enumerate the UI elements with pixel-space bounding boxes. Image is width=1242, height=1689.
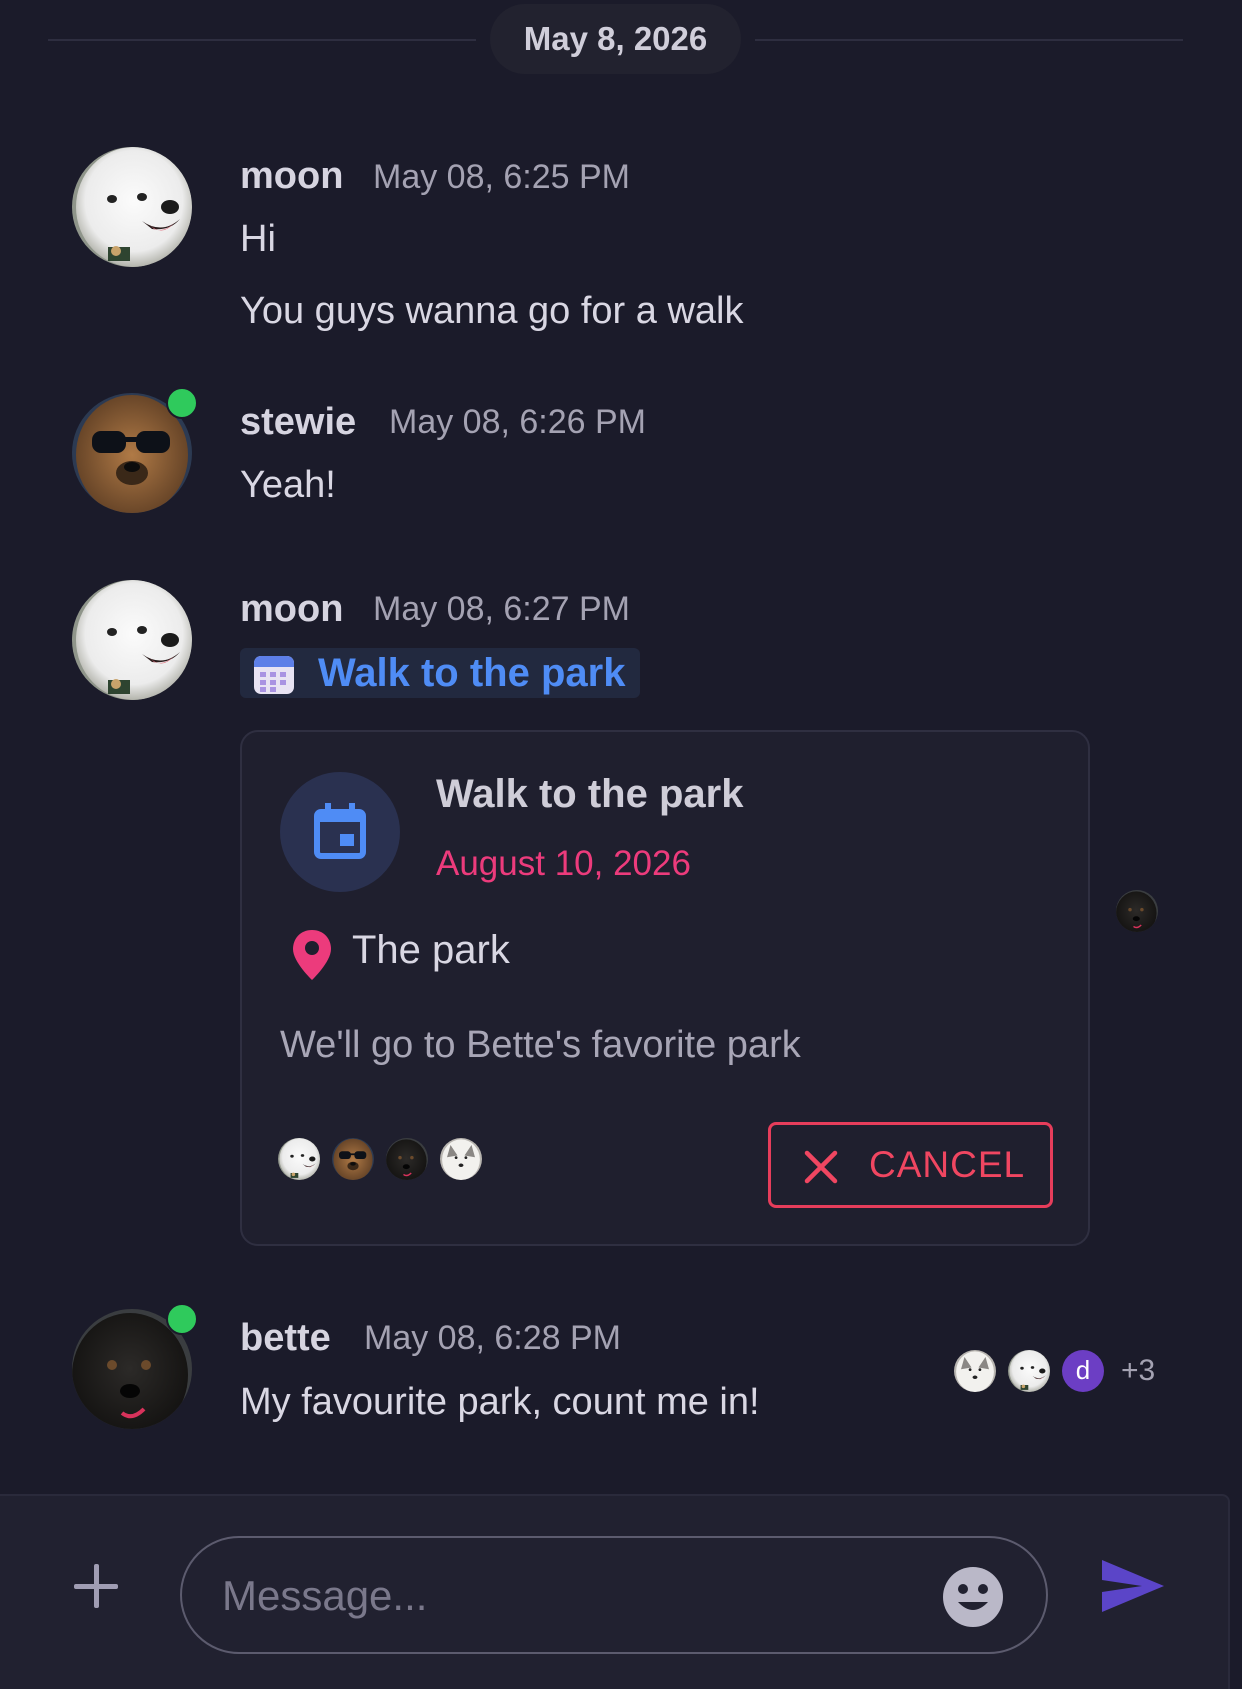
event-link-chip[interactable]: Walk to the park [240,648,640,698]
pin-icon [293,930,331,980]
message-text: Yeah! [240,464,336,506]
participant-avatar[interactable] [440,1138,482,1180]
event-card: Walk to the park August 10, 2026 The par… [240,730,1090,1246]
event-link-label: Walk to the park [318,651,626,695]
read-receipt-avatar[interactable] [954,1350,996,1392]
read-receipt-avatar[interactable] [1008,1350,1050,1392]
smiley-icon[interactable] [942,1566,1004,1628]
event-date: August 10, 2026 [436,844,691,883]
participant-avatar[interactable] [278,1138,320,1180]
message-timestamp: May 08, 6:28 PM [364,1319,622,1357]
date-separator-label: May 8, 2026 [490,4,741,74]
event-location: The park [352,928,510,972]
close-icon [804,1150,838,1184]
message-input[interactable] [220,1560,904,1632]
read-receipt-initial-badge[interactable]: d [1062,1350,1104,1392]
message-author[interactable]: stewie [240,401,356,444]
message-text: You guys wanna go for a walk [240,290,744,332]
message-text: Hi [240,218,276,260]
message-author[interactable]: moon [240,155,343,198]
message-timestamp: May 08, 6:27 PM [373,590,631,628]
avatar-moon[interactable] [72,147,192,267]
calendar-icon [254,656,294,694]
avatar-moon[interactable] [72,580,192,700]
participant-avatar[interactable] [386,1138,428,1180]
plus-icon[interactable] [70,1560,122,1612]
event-title: Walk to the park [436,772,744,816]
participant-avatar[interactable] [332,1138,374,1180]
avatar-image [72,147,192,267]
message-timestamp: May 08, 6:26 PM [389,403,647,441]
calendar-icon [314,803,366,859]
online-status-dot [166,1303,198,1335]
message-text: My favourite park, count me in! [240,1381,760,1423]
date-separator: May 8, 2026 [48,4,1183,74]
read-receipt-more-count[interactable]: +3 [1121,1354,1155,1388]
event-description: We'll go to Bette's favorite park [280,1024,801,1066]
online-status-dot [166,387,198,419]
message-input-container[interactable] [180,1536,1048,1654]
event-icon-circle [280,772,400,892]
cancel-event-button[interactable]: CANCEL [768,1122,1053,1208]
separator-line-left [48,39,476,41]
separator-line-right [755,39,1183,41]
message-composer [0,1494,1230,1689]
read-receipt-avatar[interactable] [1116,890,1158,932]
avatar-image [72,580,192,700]
message-author[interactable]: moon [240,588,343,631]
message-author[interactable]: bette [240,1317,331,1360]
send-icon[interactable] [1100,1558,1166,1614]
message-timestamp: May 08, 6:25 PM [373,158,631,196]
cancel-button-label: CANCEL [869,1144,1026,1185]
